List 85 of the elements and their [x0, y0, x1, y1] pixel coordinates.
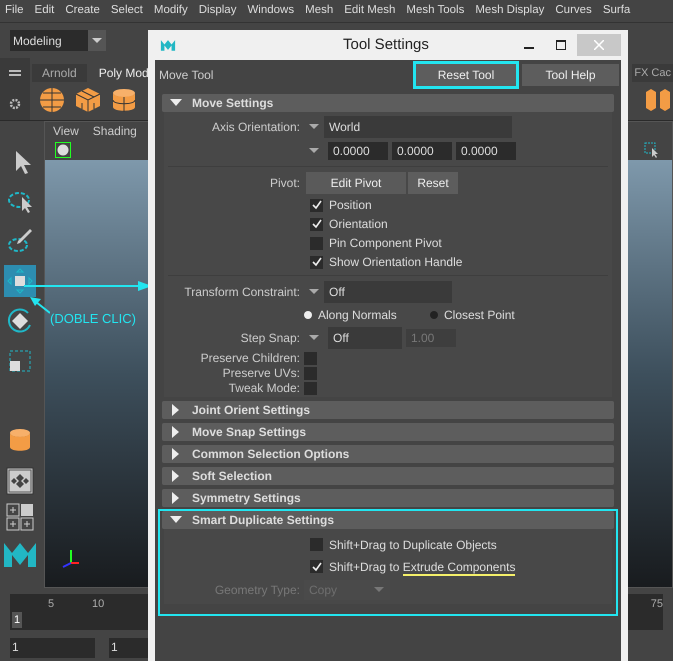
layout-icon[interactable]: [6, 467, 34, 495]
close-icon: [594, 40, 604, 50]
section-header[interactable]: Smart Duplicate Settings: [162, 511, 614, 529]
field-label: Preserve Children:: [200, 351, 300, 365]
checkbox[interactable]: [310, 236, 323, 250]
checkbox[interactable]: [310, 218, 323, 230]
shelf-tab[interactable]: Arnold: [32, 64, 87, 82]
section-header[interactable]: Move Snap Settings: [162, 423, 614, 441]
four-panel-layout-icon[interactable]: [6, 503, 34, 531]
menu-item[interactable]: Windows: [247, 2, 294, 20]
checkbox[interactable]: [304, 382, 317, 394]
marquee-select-icon[interactable]: [644, 142, 660, 158]
menu-item[interactable]: Create: [65, 2, 100, 20]
menu-item[interactable]: File: [5, 2, 24, 20]
radio-button[interactable]: [430, 311, 438, 319]
menu-item[interactable]: Select: [110, 2, 143, 20]
viewport-menu[interactable]: View: [53, 122, 79, 140]
checkbox[interactable]: [310, 256, 323, 268]
tool-help-button[interactable]: Tool Help: [522, 64, 619, 86]
dropdown-arrow-icon: [374, 587, 384, 593]
mode-dropdown[interactable]: Modeling: [10, 30, 106, 51]
number-field[interactable]: 0.0000: [456, 142, 516, 160]
section-header[interactable]: Soft Selection: [162, 467, 614, 485]
checkbox[interactable]: [304, 366, 317, 380]
shaded-view-icon[interactable]: [55, 142, 71, 158]
dropdown[interactable]: World: [324, 116, 512, 138]
checkbox-label: Shift+Drag to Duplicate Objects: [329, 536, 497, 554]
section-header[interactable]: Move Settings: [162, 94, 614, 112]
menu-icon[interactable]: [9, 68, 21, 76]
timeline-tick: 10: [92, 597, 104, 612]
checkbox-label: Shift+Drag to Extrude Components: [329, 558, 516, 576]
menu-item[interactable]: Edit: [34, 2, 54, 20]
field-label: Tweak Mode:: [228, 381, 300, 395]
number-field[interactable]: 0.0000: [328, 142, 388, 160]
timeline-tick: 75: [650, 597, 663, 612]
reset-button[interactable]: Reset: [408, 172, 458, 194]
radio-label: Closest Point: [444, 307, 515, 324]
field-label: Axis Orientation:: [212, 120, 300, 134]
checkbox[interactable]: [310, 198, 323, 212]
box-icon[interactable]: [645, 88, 657, 112]
box-icon[interactable]: [659, 88, 671, 112]
checkbox[interactable]: [310, 538, 323, 551]
menu-item[interactable]: Display: [198, 2, 236, 20]
dropdown[interactable]: Off: [328, 327, 402, 349]
annotation-text: (DOBLE CLIC): [50, 310, 136, 328]
section-header[interactable]: Symmetry Settings: [162, 489, 614, 507]
menu-item[interactable]: Surfa: [602, 2, 630, 20]
checkbox-label: Pin Component Pivot: [329, 235, 442, 252]
section-header[interactable]: Joint Orient Settings: [162, 401, 614, 419]
timeline-tick: 5: [48, 597, 54, 612]
field-label: Preserve UVs:: [222, 366, 300, 380]
range-field[interactable]: 1: [10, 638, 95, 658]
shelf-tab[interactable]: FX Cac: [632, 64, 673, 82]
sphere-icon[interactable]: [38, 86, 66, 114]
viewport-menu[interactable]: Shading: [92, 122, 137, 140]
field-label: Transform Constraint:: [184, 285, 300, 299]
tool-name: Move Tool: [159, 67, 214, 84]
checkbox-label: Position: [329, 197, 372, 214]
checkbox[interactable]: [310, 560, 323, 573]
menu-item[interactable]: Mesh: [305, 2, 334, 20]
menu-item[interactable]: Edit Mesh: [344, 2, 396, 20]
settings-icon[interactable]: [9, 98, 21, 110]
field-label: Step Snap:: [240, 331, 300, 345]
reset-tool-button[interactable]: Reset Tool: [416, 64, 516, 86]
menu-item[interactable]: Mesh Display: [475, 2, 544, 20]
menu-item[interactable]: Curves: [555, 2, 592, 20]
cylinder-icon[interactable]: [110, 86, 138, 114]
checkbox-label: Orientation: [329, 216, 388, 233]
radio-button[interactable]: [304, 311, 312, 319]
window-title: Tool Settings: [343, 34, 429, 55]
number-field[interactable]: 0.0000: [392, 142, 452, 160]
cube-icon[interactable]: [74, 86, 102, 114]
arrow: [30, 296, 50, 314]
cylinder-icon[interactable]: [8, 427, 32, 453]
move-tool-icon[interactable]: [4, 265, 36, 297]
radio-label: Along Normals: [318, 307, 397, 324]
section-header[interactable]: Common Selection Options: [162, 445, 614, 463]
dropdown[interactable]: Off: [324, 281, 452, 303]
checkbox-label: Show Orientation Handle: [329, 254, 462, 271]
edit-pivot-button[interactable]: Edit Pivot: [306, 172, 406, 194]
checkbox[interactable]: [304, 352, 317, 364]
field-label: Pivot:: [270, 176, 300, 190]
menu-item[interactable]: Modify: [154, 2, 188, 20]
menu-item[interactable]: Mesh Tools: [406, 2, 464, 20]
current-frame: 1: [12, 612, 22, 628]
